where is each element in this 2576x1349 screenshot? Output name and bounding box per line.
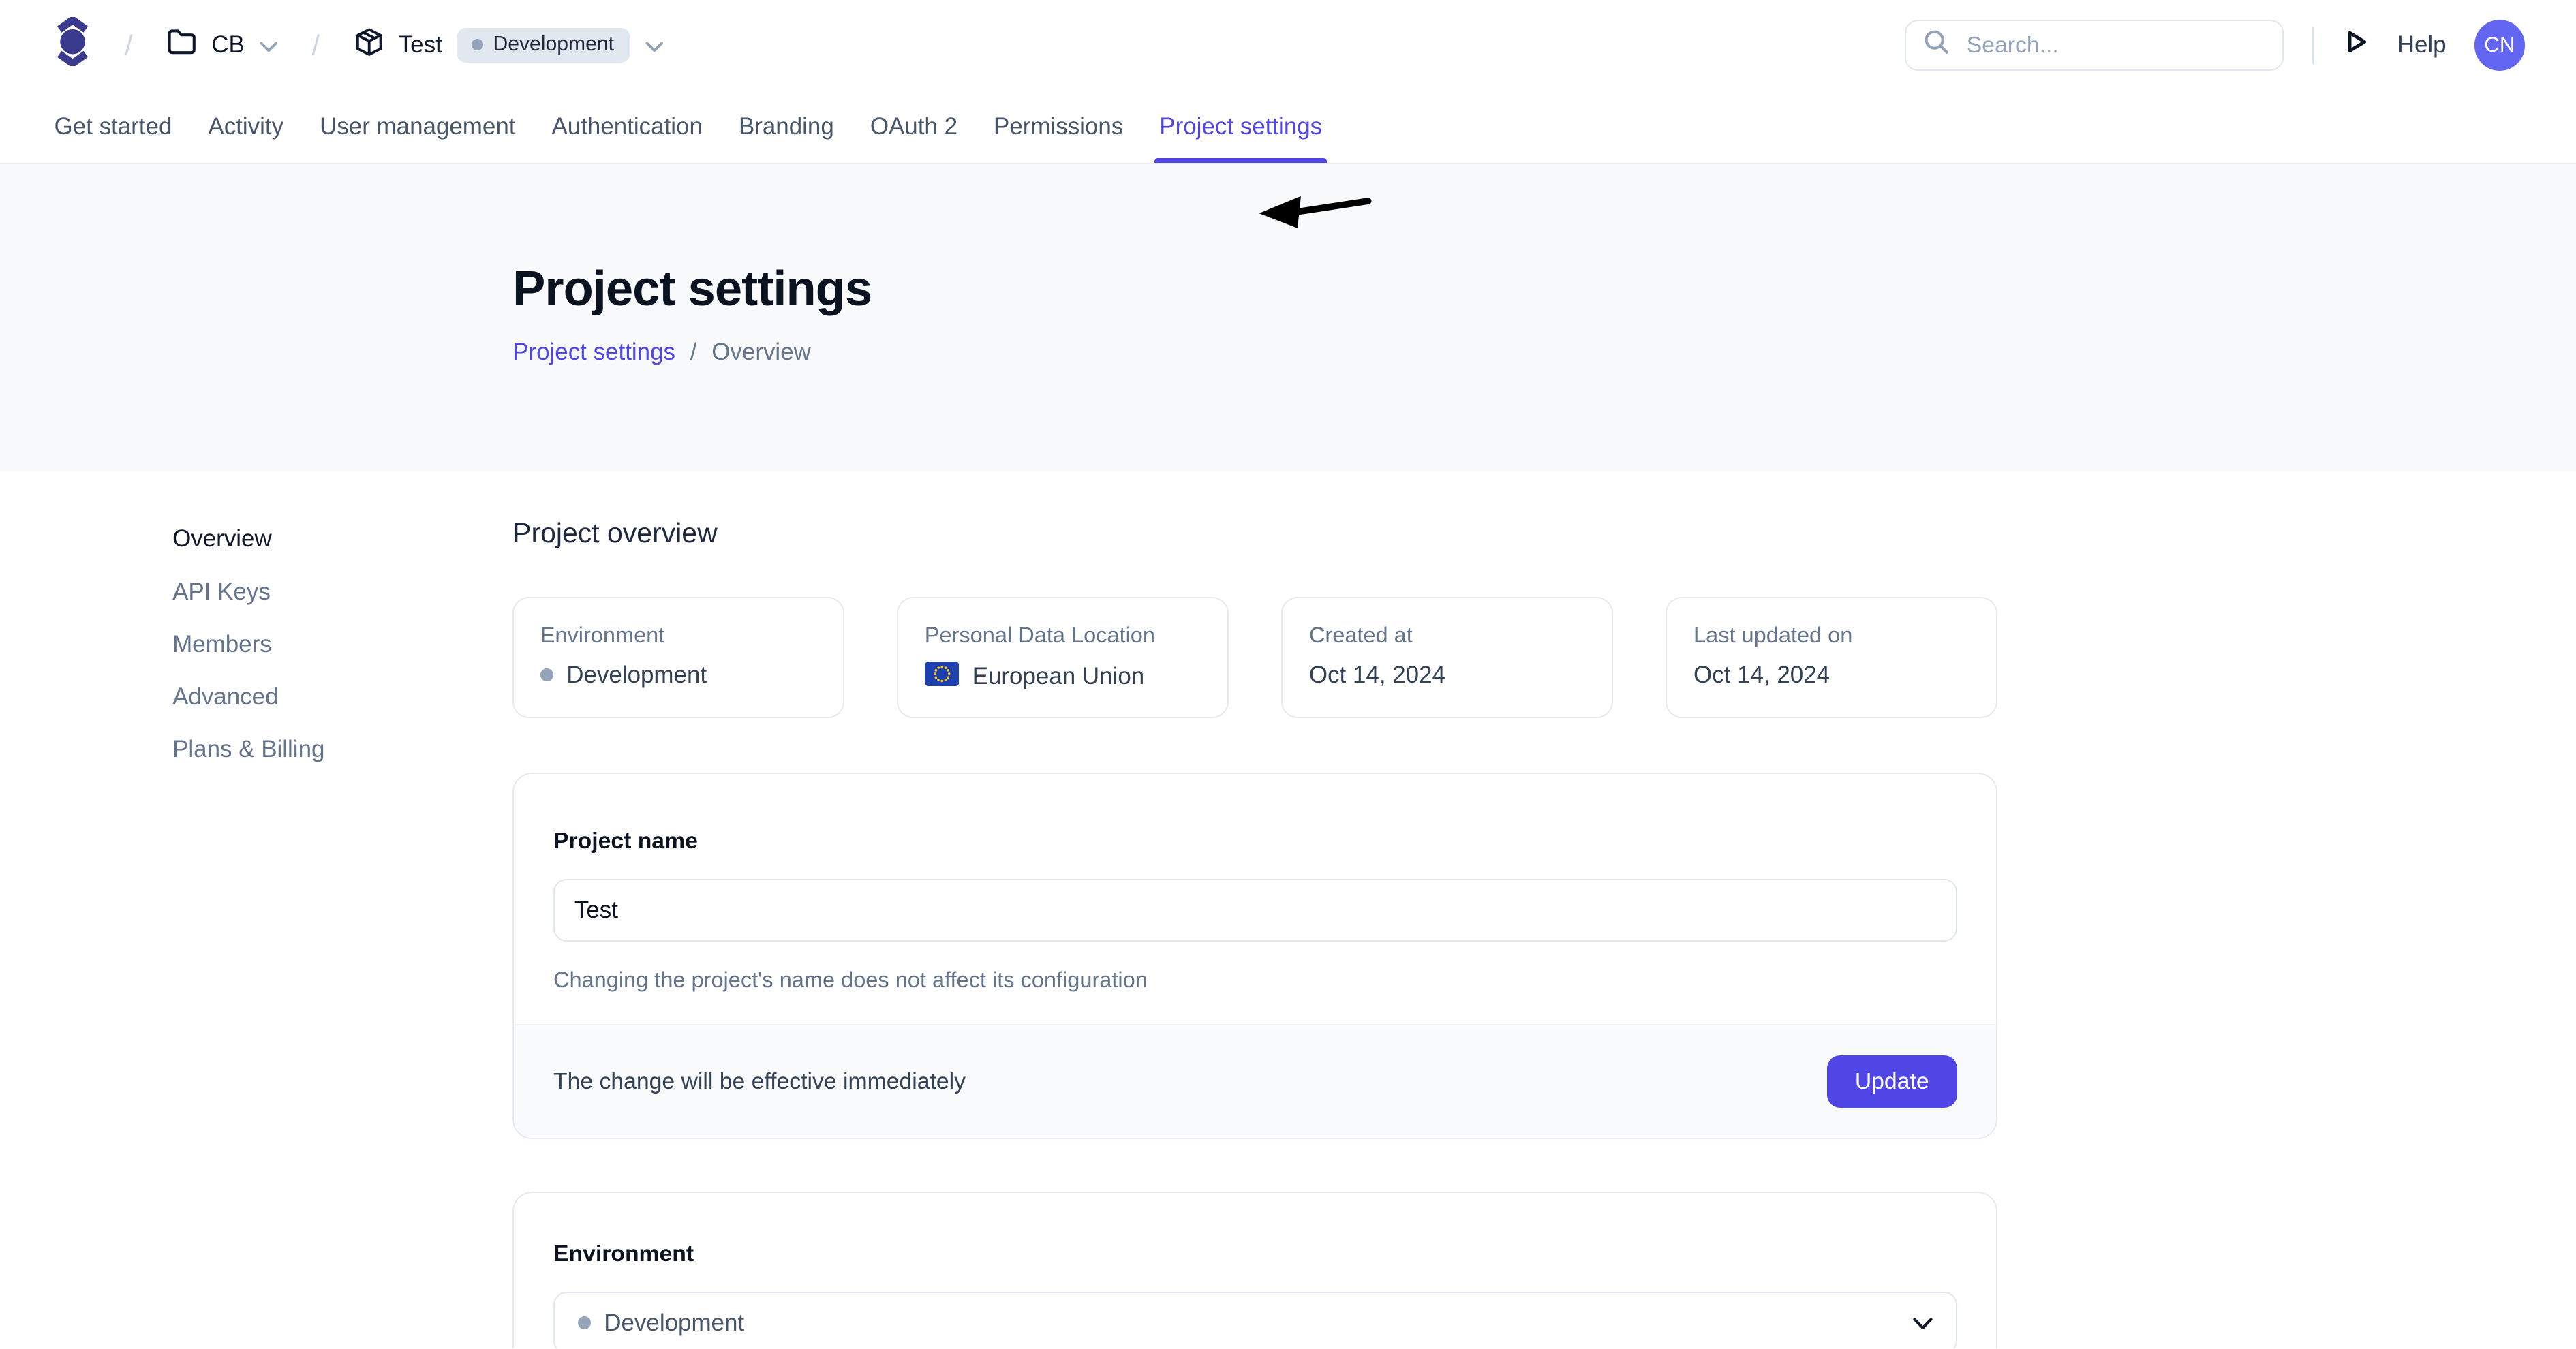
status-dot-icon [540,668,553,681]
environment-badge: Development [457,28,630,63]
card-value: European Union [972,663,1145,690]
header-separator: / [312,29,320,61]
project-name-panel: Project name Changing the project's name… [512,773,1997,1139]
tab-user-management[interactable]: User management [318,91,517,163]
card-personal-data-location: Personal Data Location European Union [897,597,1229,718]
status-dot-icon [578,1316,591,1329]
card-label: Last updated on [1693,623,1970,648]
org-switcher[interactable]: CB [167,29,277,62]
card-label: Created at [1309,623,1586,648]
folder-icon [167,29,196,62]
eu-flag-icon [925,662,960,692]
section-heading: Project overview [512,517,1997,549]
project-name-panel-footer: The change will be effective immediately… [514,1024,1996,1137]
environment-select[interactable]: Development [553,1292,1957,1348]
environment-panel: Environment Development [512,1192,1997,1349]
project-name: Test [399,31,442,59]
tab-permissions[interactable]: Permissions [992,91,1125,163]
update-button[interactable]: Update [1827,1055,1957,1108]
user-avatar[interactable]: CN [2474,20,2526,71]
tab-project-settings[interactable]: Project settings [1158,91,1324,163]
breadcrumb-separator: / [690,339,697,365]
page-hero: Project settings Project settings / Over… [0,164,2576,471]
top-bar-right: Help CN [1905,20,2526,71]
chevron-down-icon [645,30,664,60]
breadcrumb-link-project-settings[interactable]: Project settings [512,339,675,365]
main-nav-tabs: Get started Activity User management Aut… [0,91,2576,164]
tab-branding[interactable]: Branding [737,91,836,163]
top-bar: / CB / Test [0,0,2576,91]
footer-note: The change will be effective immediately [553,1068,966,1095]
sidebar-item-advanced[interactable]: Advanced [172,683,512,711]
tab-activity[interactable]: Activity [206,91,285,163]
search-input[interactable] [1963,30,2271,60]
environment-badge-label: Development [493,33,614,56]
org-name: CB [211,31,245,59]
tab-get-started[interactable]: Get started [52,91,174,163]
header-separator: / [125,29,132,61]
card-created-at: Created at Oct 14, 2024 [1281,597,1613,718]
environment-select-value: Development [604,1309,744,1337]
sidebar-item-api-keys[interactable]: API Keys [172,578,512,606]
help-link[interactable]: Help [2397,31,2447,59]
card-environment: Environment Development [512,597,844,718]
play-button[interactable] [2342,28,2370,63]
sidebar-item-plans-billing[interactable]: Plans & Billing [172,736,512,764]
app-window: / CB / Test [0,0,2576,1348]
search-box[interactable] [1905,20,2284,71]
project-name-helper: Changing the project's name does not aff… [553,967,1957,993]
project-name-label: Project name [553,828,1957,854]
breadcrumb: Project settings / Overview [512,339,2576,366]
brand-logo[interactable] [55,17,91,73]
tab-oauth-2[interactable]: OAuth 2 [868,91,959,163]
breadcrumb-current: Overview [711,339,811,365]
project-name-input[interactable] [553,879,1957,942]
main-panel: Project overview Environment Development… [512,471,1997,1348]
vertical-divider [2312,27,2313,64]
settings-sidenav: Overview API Keys Members Advanced Plans… [172,471,512,1348]
card-value: Oct 14, 2024 [1693,662,1830,689]
page-content: Overview API Keys Members Advanced Plans… [0,471,2576,1348]
environment-label: Environment [553,1241,1957,1267]
sidebar-item-members[interactable]: Members [172,631,512,659]
overview-cards: Environment Development Personal Data Lo… [512,597,1997,718]
card-last-updated: Last updated on Oct 14, 2024 [1666,597,1997,718]
tab-authentication[interactable]: Authentication [550,91,704,163]
card-label: Personal Data Location [925,623,1201,648]
card-value: Oct 14, 2024 [1309,662,1445,689]
card-label: Environment [540,623,817,648]
chevron-down-icon [1913,1308,1933,1338]
chevron-down-icon [260,30,278,60]
search-icon [1924,29,1948,61]
package-icon [354,27,384,63]
page-title: Project settings [512,164,2576,317]
project-switcher[interactable]: Test Development [354,27,664,63]
sidebar-item-overview[interactable]: Overview [172,525,512,553]
status-dot-icon [472,39,483,50]
corbado-logo-icon [55,17,91,73]
card-value: Development [566,662,707,689]
